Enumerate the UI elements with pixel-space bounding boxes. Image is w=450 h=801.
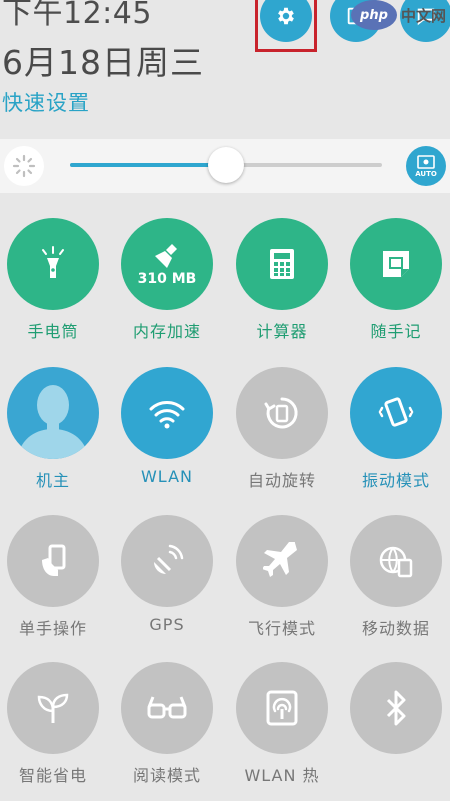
brightness-slider[interactable]: [70, 147, 382, 183]
tile-one-hand[interactable]: 单手操作: [3, 515, 103, 639]
wifi-icon: [149, 401, 185, 429]
tile-circle[interactable]: [350, 515, 442, 607]
brightness-fill: [70, 163, 226, 167]
tile-circle[interactable]: [236, 515, 328, 607]
tile-label: GPS: [149, 615, 185, 634]
tile-label: 内存加速: [132, 322, 201, 341]
tile-label: 随手记: [370, 322, 422, 341]
auto-label: AUTO: [415, 169, 437, 178]
auto-brightness-icon: [417, 154, 435, 169]
avatar-icon: [17, 385, 89, 459]
tile-circle[interactable]: [236, 367, 328, 459]
tile-flashlight[interactable]: 手电筒: [3, 218, 103, 342]
tile-label: 自动旋转: [247, 471, 316, 490]
vibrate-icon: [378, 397, 414, 427]
tile-owner[interactable]: 机主: [3, 367, 103, 491]
one-hand-icon: [42, 544, 66, 576]
tile-gps[interactable]: GPS: [117, 515, 217, 634]
tile-label: 机主: [35, 471, 70, 490]
tile-label: 计算器: [256, 322, 308, 341]
watermark-logo: php: [350, 0, 397, 30]
airplane-icon: [263, 542, 297, 577]
bluetooth-icon: [386, 690, 406, 726]
tile-power-saving[interactable]: 智能省电: [3, 662, 103, 786]
tile-auto-rotate[interactable]: 自动旋转: [232, 367, 332, 491]
tile-circle[interactable]: [121, 515, 213, 607]
rotate-icon: [264, 397, 298, 429]
tile-circle[interactable]: [121, 367, 213, 459]
tile-wlan-hotspot[interactable]: WLAN 热: [232, 662, 332, 786]
tile-circle[interactable]: [350, 367, 442, 459]
tile-circle[interactable]: [350, 218, 442, 310]
status-date: 6月18日周三: [2, 43, 204, 82]
tile-circle[interactable]: [236, 218, 328, 310]
tile-circle[interactable]: [7, 218, 99, 310]
tile-mobile-data[interactable]: 移动数据: [346, 515, 446, 639]
tile-airplane[interactable]: 飞行模式: [232, 515, 332, 639]
tile-vibrate[interactable]: 振动模式: [346, 367, 446, 491]
settings-highlight-box: [255, 0, 317, 52]
tile-circle[interactable]: [121, 662, 213, 754]
calculator-icon: [270, 249, 294, 279]
tile-label: WLAN: [140, 467, 193, 486]
tile-bluetooth[interactable]: [346, 662, 446, 762]
memory-badge: 310 MB: [137, 271, 197, 287]
tile-reading-mode[interactable]: 阅读模式: [117, 662, 217, 786]
tile-circle[interactable]: [236, 662, 328, 754]
tile-label: 阅读模式: [132, 766, 201, 785]
tile-label: WLAN 热: [244, 766, 320, 785]
tile-label: 单手操作: [18, 619, 87, 638]
mobile-data-icon: [379, 546, 413, 578]
tile-memory-boost[interactable]: 310 MB 内存加速: [117, 218, 217, 342]
tile-circle[interactable]: [7, 367, 99, 459]
quick-settings-title: 快速设置: [2, 91, 90, 115]
status-time: 下午12:45: [2, 0, 152, 31]
auto-brightness-button[interactable]: AUTO: [406, 146, 446, 186]
tile-label: 振动模式: [361, 471, 430, 490]
brightness-icon[interactable]: [4, 146, 44, 186]
tile-circle[interactable]: [7, 515, 99, 607]
brightness-thumb[interactable]: [208, 147, 244, 183]
flashlight-icon: [42, 246, 64, 278]
tile-wlan[interactable]: WLAN: [117, 367, 217, 486]
watermark: php 中文网: [350, 0, 446, 30]
tile-label: 手电筒: [27, 322, 79, 341]
tile-circle[interactable]: [350, 662, 442, 754]
tile-label: 移动数据: [361, 619, 430, 638]
tile-circle[interactable]: [7, 662, 99, 754]
watermark-text: 中文网: [400, 6, 446, 25]
gps-icon: [154, 544, 184, 574]
broom-icon: [155, 244, 177, 268]
tile-quick-memo[interactable]: 随手记: [346, 218, 446, 342]
hotspot-icon: [266, 690, 298, 726]
tile-label: 智能省电: [18, 766, 87, 785]
note-icon: [383, 251, 409, 277]
tile-circle[interactable]: 310 MB: [121, 218, 213, 310]
glasses-icon: [147, 696, 187, 719]
sun-icon: [12, 154, 36, 178]
tile-label: 飞行模式: [247, 619, 316, 638]
leaf-icon: [37, 693, 69, 723]
tile-calculator[interactable]: 计算器: [232, 218, 332, 342]
